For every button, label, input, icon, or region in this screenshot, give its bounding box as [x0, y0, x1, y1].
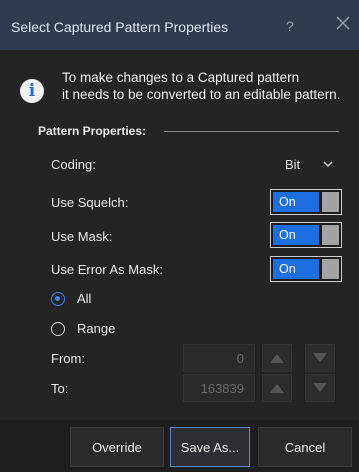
- arrow-down-icon: [313, 383, 327, 392]
- to-field[interactable]: 163839: [183, 374, 255, 402]
- to-decrement-button[interactable]: [305, 374, 335, 402]
- radio-all-label[interactable]: All: [77, 291, 91, 306]
- arrow-up-icon: [270, 354, 284, 363]
- chevron-down-icon[interactable]: [322, 159, 334, 169]
- use-error-as-mask-toggle[interactable]: On: [270, 256, 342, 282]
- from-decrement-button[interactable]: [305, 344, 335, 372]
- radio-all[interactable]: [51, 292, 65, 306]
- close-icon[interactable]: [334, 14, 352, 32]
- arrow-up-icon: [270, 384, 284, 393]
- pattern-properties-heading: Pattern Properties:: [38, 124, 147, 138]
- use-error-as-mask-label: Use Error As Mask:: [51, 262, 163, 277]
- to-label: To:: [51, 381, 69, 396]
- toggle-knob: [322, 259, 339, 279]
- use-squelch-toggle[interactable]: On: [270, 189, 342, 215]
- from-increment-button[interactable]: [262, 344, 292, 372]
- arrow-down-icon: [313, 353, 327, 362]
- from-label: From:: [51, 351, 85, 366]
- toggle-knob: [322, 225, 339, 245]
- use-error-as-mask-toggle-state: On: [273, 259, 319, 279]
- help-button[interactable]: ?: [286, 18, 294, 34]
- info-message: To make changes to a Captured pattern it…: [62, 69, 340, 103]
- save-as-button[interactable]: Save As...: [170, 427, 250, 467]
- use-mask-label: Use Mask:: [51, 229, 113, 244]
- toggle-knob: [322, 192, 339, 212]
- cancel-button[interactable]: Cancel: [258, 427, 352, 467]
- select-captured-pattern-dialog: Select Captured Pattern Properties ? i T…: [0, 0, 359, 472]
- from-field[interactable]: 0: [183, 344, 255, 372]
- section-divider: [164, 131, 339, 132]
- info-message-line-2: it needs to be converted to an editable …: [62, 87, 341, 102]
- override-button[interactable]: Override: [70, 427, 164, 467]
- info-icon: i: [20, 79, 44, 103]
- info-message-line-1: To make changes to a Captured pattern: [62, 70, 300, 85]
- dialog-title: Select Captured Pattern Properties: [11, 19, 229, 35]
- to-increment-button[interactable]: [262, 374, 292, 402]
- use-squelch-label: Use Squelch:: [51, 195, 129, 210]
- coding-label: Coding:: [51, 157, 96, 172]
- radio-range-label[interactable]: Range: [77, 321, 115, 336]
- use-squelch-toggle-state: On: [273, 192, 319, 212]
- dialog-titlebar: Select Captured Pattern Properties ?: [0, 0, 359, 50]
- coding-dropdown[interactable]: Bit: [285, 157, 300, 172]
- radio-range[interactable]: [51, 322, 65, 336]
- use-mask-toggle[interactable]: On: [270, 222, 342, 248]
- use-mask-toggle-state: On: [273, 225, 319, 245]
